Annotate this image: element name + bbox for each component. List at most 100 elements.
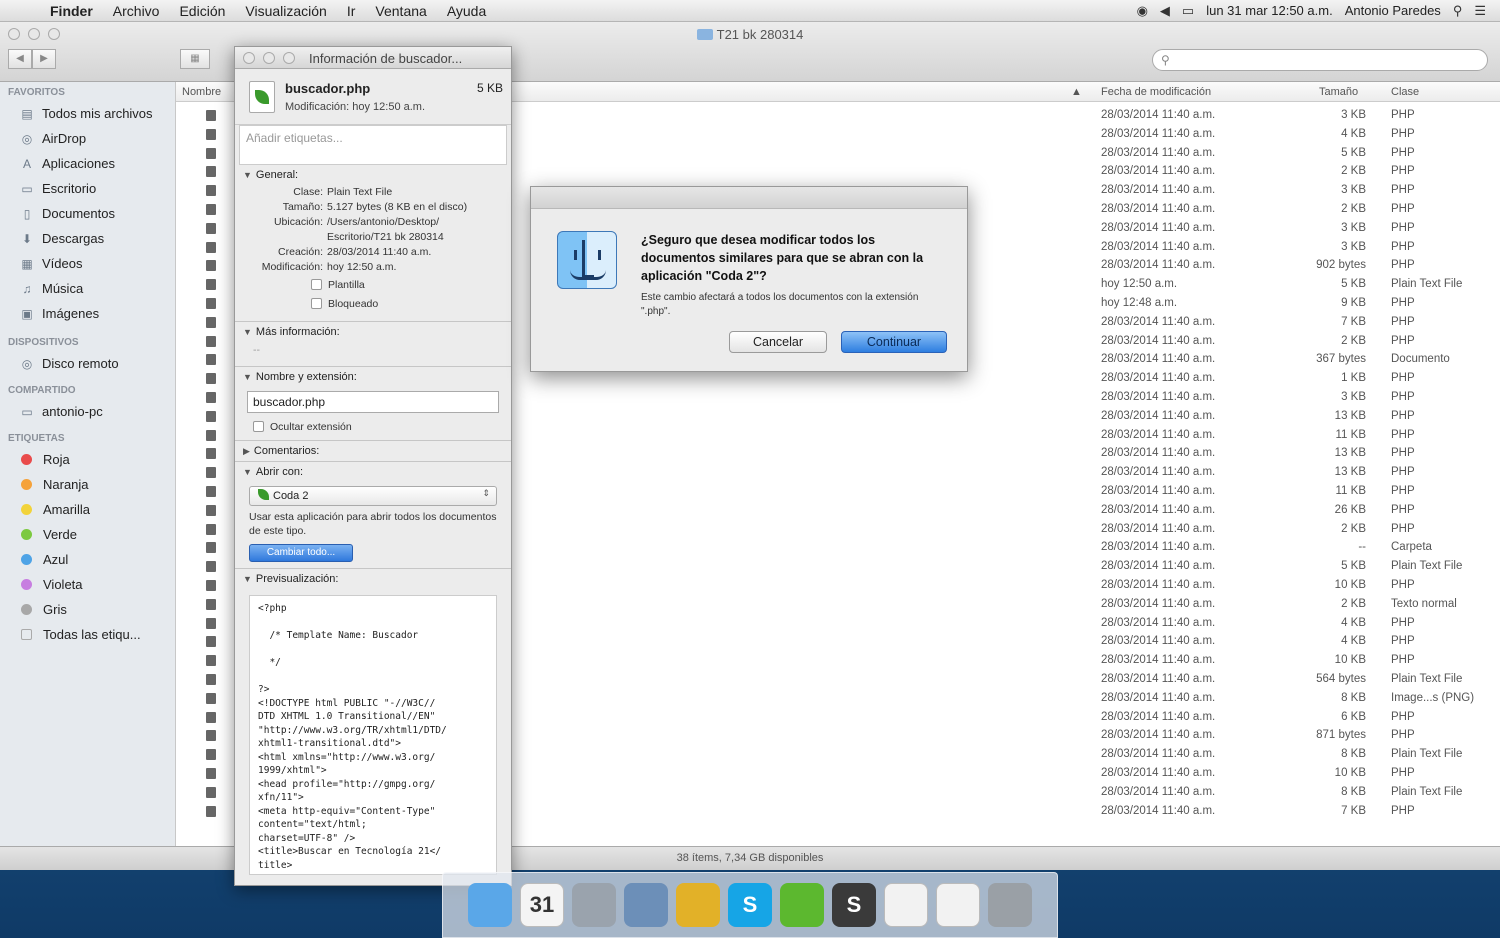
sidebar-item-airdrop[interactable]: ◎ AirDrop <box>0 126 175 151</box>
file-icon <box>206 279 216 291</box>
disclosure-open-icon: ▼ <box>243 170 252 180</box>
document-icon[interactable] <box>884 883 928 927</box>
section-title: Nombre y extensión: <box>255 371 357 383</box>
menu-ir[interactable]: Ir <box>337 3 366 19</box>
section-preview[interactable]: ▼ Previsualización: <box>235 569 511 589</box>
sidebar-item-desktop[interactable]: ▭ Escritorio <box>0 176 175 201</box>
sidebar-item-downloads[interactable]: ⬇ Descargas <box>0 226 175 251</box>
sidebar-tag-orange[interactable]: Naranja <box>0 472 175 497</box>
preview-icon[interactable] <box>624 883 668 927</box>
section-more-info[interactable]: ▼ Más información: <box>235 322 511 342</box>
hide-extension-checkbox[interactable] <box>253 421 264 432</box>
locked-checkbox-row[interactable]: Bloqueado <box>311 294 511 313</box>
kv-value: Plain Text File <box>327 186 393 198</box>
file-icon <box>206 805 216 817</box>
info-modified: Modificación: hoy 12:50 a.m. <box>285 101 426 113</box>
file-icon <box>206 110 216 121</box>
tags-input[interactable]: Añadir etiquetas... <box>239 125 507 165</box>
menu-finder[interactable]: Finder <box>40 3 103 19</box>
volume-icon[interactable]: ◀ <box>1160 3 1170 19</box>
cell-size: 8 KB <box>1341 691 1366 704</box>
hide-extension-row[interactable]: Ocultar extensión <box>253 417 511 436</box>
sidebar-tag-yellow[interactable]: Amarilla <box>0 497 175 522</box>
sidebar-item-remote-disc[interactable]: ◎ Disco remoto <box>0 351 175 376</box>
finder-icon[interactable] <box>468 883 512 927</box>
cell-date: 28/03/2014 11:40 a.m. <box>1101 522 1216 535</box>
section-comments[interactable]: ▶ Comentarios: <box>235 441 511 461</box>
user-name[interactable]: Antonio Paredes <box>1345 3 1441 18</box>
confirm-dialog: ¿Seguro que desea modificar todos los do… <box>530 186 968 372</box>
cell-kind: PHP <box>1391 146 1415 159</box>
sidebar-item-label: Descargas <box>42 231 105 246</box>
search-input[interactable]: ⚲ <box>1152 49 1488 71</box>
launchpad-icon[interactable] <box>572 883 616 927</box>
menu-edicion[interactable]: Edición <box>169 3 235 19</box>
info-close-button[interactable] <box>243 52 255 64</box>
sidebar-tag-blue[interactable]: Azul <box>0 547 175 572</box>
document-icon[interactable] <box>936 883 980 927</box>
trash-icon[interactable] <box>988 883 1032 927</box>
chrome-icon[interactable] <box>676 883 720 927</box>
column-header-size[interactable]: Tamaño <box>1319 86 1358 98</box>
sidebar-item-images[interactable]: ▣ Imágenes <box>0 301 175 326</box>
more-info-value: -- <box>253 344 260 356</box>
section-general[interactable]: ▼ General: <box>235 165 511 185</box>
skype-icon[interactable]: S <box>728 883 772 927</box>
sidebar-item-applications[interactable]: A Aplicaciones <box>0 151 175 176</box>
filename-input[interactable]: buscador.php <box>247 391 499 413</box>
menu-visualizacion[interactable]: Visualización <box>235 3 336 19</box>
sidebar-item-videos[interactable]: ▦ Vídeos <box>0 251 175 276</box>
sublime-icon[interactable]: S <box>832 883 876 927</box>
menu-ayuda[interactable]: Ayuda <box>437 3 496 19</box>
kv-key: Tamaño: <box>282 201 323 213</box>
sidebar-tag-purple[interactable]: Violeta <box>0 572 175 597</box>
column-header-kind[interactable]: Clase <box>1391 86 1419 98</box>
sidebar-tag-red[interactable]: Roja <box>0 447 175 472</box>
locked-checkbox[interactable] <box>311 298 322 309</box>
file-icon <box>206 504 216 516</box>
view-mode-button[interactable]: ▦ <box>180 49 210 69</box>
column-header-name[interactable]: Nombre <box>182 86 221 98</box>
info-zoom-button[interactable] <box>283 52 295 64</box>
cell-date: hoy 12:48 a.m. <box>1101 297 1178 309</box>
sidebar-item-all-files[interactable]: ▤ Todos mis archivos <box>0 101 175 126</box>
cell-date: 28/03/2014 11:40 a.m. <box>1101 466 1216 479</box>
window-title: T21 bk 280314 <box>0 27 1500 42</box>
info-minimize-button[interactable] <box>263 52 275 64</box>
kv-key <box>235 230 327 245</box>
wifi-icon[interactable]: ◉ <box>1137 3 1148 19</box>
computer-icon: ▭ <box>21 404 33 419</box>
sidebar-item-music[interactable]: ♫ Música <box>0 276 175 301</box>
template-checkbox-row[interactable]: Plantilla <box>311 275 511 294</box>
cell-kind: PHP <box>1391 109 1415 121</box>
spotlight-icon[interactable]: ⚲ <box>1453 3 1463 19</box>
sidebar-tag-green[interactable]: Verde <box>0 522 175 547</box>
cell-size: 10 KB <box>1334 767 1366 779</box>
template-checkbox[interactable] <box>311 279 322 290</box>
column-header-date[interactable]: Fecha de modificación <box>1101 86 1211 98</box>
cell-size: 6 KB <box>1341 710 1366 723</box>
clock[interactable]: lun 31 mar 12:50 a.m. <box>1206 3 1332 18</box>
menu-ventana[interactable]: Ventana <box>365 3 436 19</box>
back-button[interactable]: ◀ <box>8 49 32 69</box>
section-open-with[interactable]: ▼ Abrir con: <box>235 462 511 482</box>
sidebar-tag-gray[interactable]: Gris <box>0 597 175 622</box>
general-details: Clase: Plain Text File Tamaño: 5.127 bytes… <box>235 185 511 313</box>
section-name-extension[interactable]: ▼ Nombre y extensión: <box>235 367 511 387</box>
disc-icon: ◎ <box>21 356 33 371</box>
notification-center-icon[interactable]: ☰ <box>1474 3 1486 19</box>
change-all-button[interactable]: Cambiar todo... <box>249 544 353 562</box>
cell-kind: PHP <box>1391 259 1415 272</box>
cancel-button[interactable]: Cancelar <box>729 331 827 353</box>
open-with-select[interactable]: Coda 2 ⇕ <box>249 486 497 506</box>
menu-archivo[interactable]: Archivo <box>103 3 170 19</box>
sidebar-tag-all[interactable]: Todas las etiqu... <box>0 622 175 647</box>
continue-button[interactable]: Continuar <box>841 331 947 353</box>
forward-button[interactable]: ▶ <box>32 49 56 69</box>
battery-icon[interactable]: ▭ <box>1182 3 1194 19</box>
calendar-icon[interactable]: 31 <box>520 883 564 927</box>
cell-size: -- <box>1358 541 1366 554</box>
sidebar-item-documents[interactable]: ▯ Documentos <box>0 201 175 226</box>
spotify-icon[interactable] <box>780 883 824 927</box>
sidebar-item-antonio-pc[interactable]: ▭ antonio-pc <box>0 399 175 424</box>
